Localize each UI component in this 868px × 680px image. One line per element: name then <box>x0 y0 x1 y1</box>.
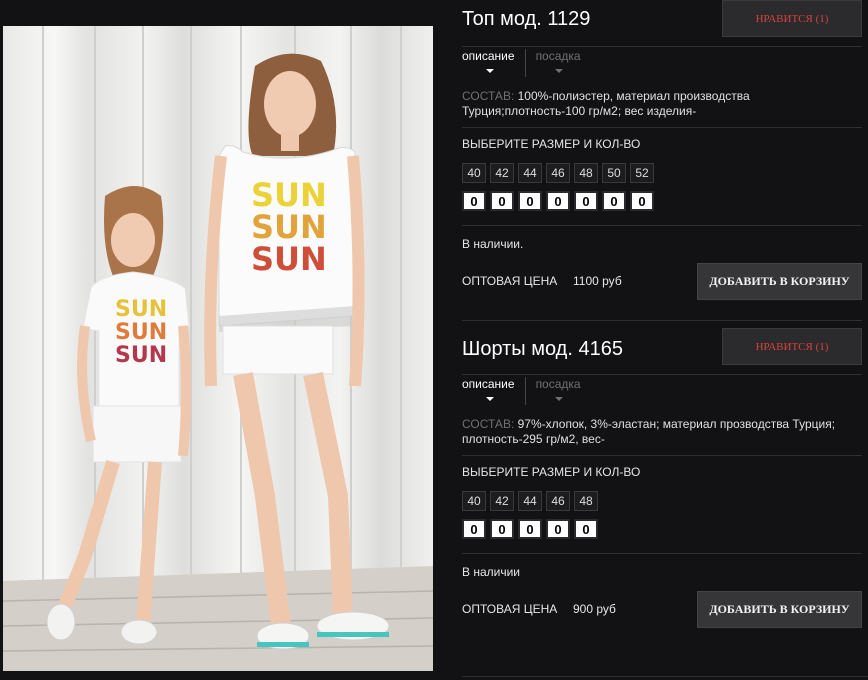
divider <box>462 374 862 375</box>
product-tabs: описание посадка <box>462 49 591 77</box>
size-cell: 52 <box>630 163 654 183</box>
tab-description[interactable]: описание <box>462 49 525 77</box>
stock-status: В наличии <box>462 565 521 579</box>
tab-description[interactable]: описание <box>462 377 525 405</box>
caret-down-icon <box>554 397 563 401</box>
size-cell: 42 <box>490 163 514 183</box>
like-button[interactable]: НРАВИТСЯ (1) <box>722 0 862 37</box>
svg-text:SUN: SUN <box>115 343 167 368</box>
size-heading: ВЫБЕРИТЕ РАЗМЕР И КОЛ-ВО <box>462 465 641 479</box>
divider <box>462 46 862 47</box>
size-cell: 48 <box>574 163 598 183</box>
svg-text:SUN: SUN <box>251 240 327 278</box>
tab-label: описание <box>462 49 515 63</box>
product-title: Шорты мод. 4165 <box>462 338 623 360</box>
composition-label: СОСТАВ: <box>462 89 515 103</box>
composition-label: СОСТАВ: <box>462 417 515 431</box>
composition-text: СОСТАВ: 100%-полиэстер, материал произво… <box>462 89 852 119</box>
product-tabs: описание посадка <box>462 377 591 405</box>
price-label: ОПТОВАЯ ЦЕНА <box>462 602 558 616</box>
size-row: 40 42 44 46 48 50 52 <box>462 163 654 183</box>
divider <box>462 225 862 226</box>
caret-down-icon <box>554 69 563 73</box>
size-cell: 48 <box>574 491 598 511</box>
size-cell: 46 <box>546 163 570 183</box>
size-cell: 42 <box>490 491 514 511</box>
add-to-cart-button[interactable]: ДОБАВИТЬ В КОРЗИНУ <box>697 591 862 628</box>
tab-label: описание <box>462 377 515 391</box>
size-cell: 40 <box>462 491 486 511</box>
divider <box>462 455 862 456</box>
size-cell: 50 <box>602 163 626 183</box>
quantity-input[interactable]: 0 <box>490 519 514 539</box>
quantity-row: 0 0 0 0 0 <box>462 519 598 539</box>
product-photo: SUN SUN SUN SUN SUN SUN <box>3 26 433 671</box>
quantity-row: 0 0 0 0 0 0 0 <box>462 191 654 211</box>
stock-status: В наличии. <box>462 237 524 251</box>
divider <box>462 676 868 677</box>
quantity-input[interactable]: 0 <box>630 191 654 211</box>
divider <box>462 127 862 128</box>
tab-fit[interactable]: посадка <box>524 49 591 77</box>
divider <box>462 553 862 554</box>
quantity-input[interactable]: 0 <box>462 191 486 211</box>
quantity-input[interactable]: 0 <box>574 191 598 211</box>
product-title: Топ мод. 1129 <box>462 8 591 30</box>
size-heading: ВЫБЕРИТЕ РАЗМЕР И КОЛ-ВО <box>462 137 641 151</box>
size-cell: 40 <box>462 163 486 183</box>
svg-text:SUN: SUN <box>115 320 167 345</box>
composition-value: 97%-хлопок, 3%-эластан; материал прозвод… <box>462 417 836 446</box>
quantity-input[interactable]: 0 <box>546 191 570 211</box>
price-label: ОПТОВАЯ ЦЕНА <box>462 274 558 288</box>
add-to-cart-button[interactable]: ДОБАВИТЬ В КОРЗИНУ <box>697 263 862 300</box>
size-cell: 44 <box>518 163 542 183</box>
price-value: 1100 руб <box>573 274 622 288</box>
price-value: 900 руб <box>573 602 616 616</box>
tab-label: посадка <box>535 377 581 391</box>
size-cell: 44 <box>518 491 542 511</box>
caret-down-icon <box>486 397 494 401</box>
quantity-input[interactable]: 0 <box>602 191 626 211</box>
quantity-input[interactable]: 0 <box>462 519 486 539</box>
quantity-input[interactable]: 0 <box>518 191 542 211</box>
adult-model: SUN SUN SUN <box>204 53 390 650</box>
quantity-input[interactable]: 0 <box>490 191 514 211</box>
like-button[interactable]: НРАВИТСЯ (1) <box>722 328 862 365</box>
divider <box>462 320 862 321</box>
size-cell: 46 <box>546 491 570 511</box>
composition-text: СОСТАВ: 97%-хлопок, 3%-эластан; материал… <box>462 417 852 447</box>
size-row: 40 42 44 46 48 <box>462 491 598 511</box>
quantity-input[interactable]: 0 <box>546 519 570 539</box>
tab-label: посадка <box>535 49 581 63</box>
quantity-input[interactable]: 0 <box>518 519 542 539</box>
tab-fit[interactable]: посадка <box>524 377 591 405</box>
quantity-input[interactable]: 0 <box>574 519 598 539</box>
svg-text:SUN: SUN <box>115 297 167 322</box>
caret-down-icon <box>486 69 494 73</box>
